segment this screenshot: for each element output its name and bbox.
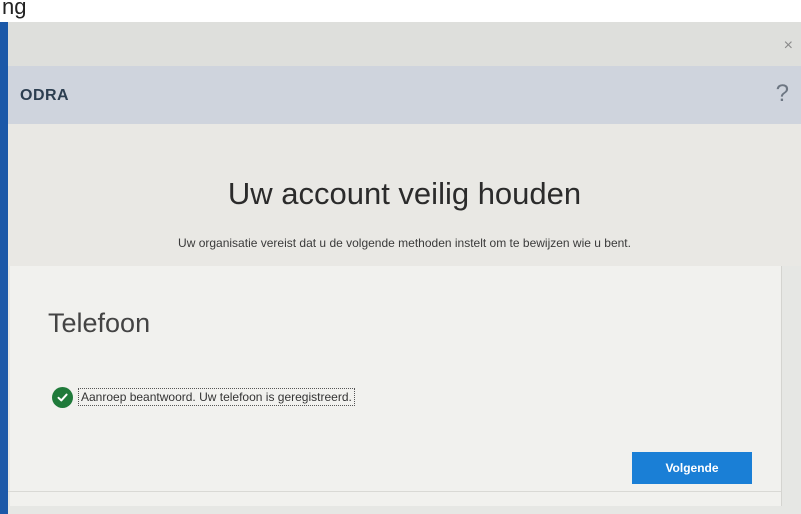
org-header: ODRA ? (8, 66, 801, 124)
intro-section: Uw account veilig houden Uw organisatie … (8, 124, 801, 266)
close-icon[interactable]: × (784, 38, 793, 54)
check-circle-icon (52, 386, 73, 408)
auth-dialog: × ODRA ? Uw account veilig houden Uw org… (8, 22, 801, 514)
status-message: Aanroep beantwoord. Uw telefoon is gereg… (78, 388, 355, 406)
checkmark-glyph (57, 393, 68, 401)
next-button[interactable]: Volgende (632, 452, 752, 484)
title-bar: × (8, 22, 801, 66)
desktop-background (0, 22, 8, 514)
top-caption-text: ng (2, 0, 27, 19)
bottom-divider (8, 491, 781, 492)
page-subtitle: Uw organisatie vereist dat u de volgende… (178, 236, 631, 250)
method-panel: Telefoon Aanroep beantwoord. Uw telefoon… (10, 266, 782, 506)
section-title: Telefoon (48, 308, 151, 338)
help-icon[interactable]: ? (776, 80, 789, 108)
status-row: Aanroep beantwoord. Uw telefoon is gereg… (52, 386, 355, 408)
top-caption-strip: ng (0, 0, 801, 22)
org-name: ODRA (20, 87, 70, 104)
page-title: Uw account veilig houden (227, 176, 582, 211)
